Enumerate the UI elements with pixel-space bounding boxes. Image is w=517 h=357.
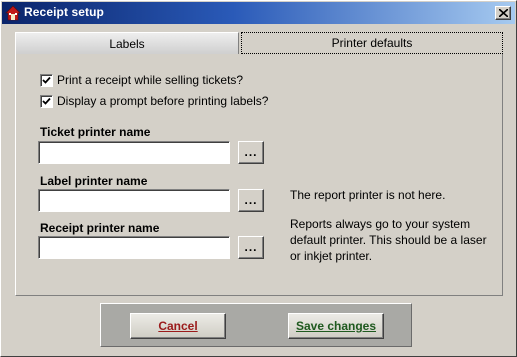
close-x-icon bbox=[499, 9, 508, 17]
checkmark-icon bbox=[42, 76, 51, 84]
ticket-printer-browse-button[interactable]: ... bbox=[238, 141, 264, 164]
label-printer-browse-button[interactable]: ... bbox=[238, 189, 264, 212]
print-receipt-checkbox[interactable] bbox=[40, 73, 53, 87]
display-prompt-checkbox[interactable] bbox=[40, 94, 53, 108]
display-prompt-label: Display a prompt before printing labels? bbox=[57, 94, 269, 108]
printer-defaults-panel: Print a receipt while selling tickets? D… bbox=[15, 54, 503, 296]
label-printer-label: Label printer name bbox=[40, 174, 148, 188]
option-print-receipt[interactable]: Print a receipt while selling tickets? bbox=[40, 73, 243, 87]
tab-labels[interactable]: Labels bbox=[15, 32, 239, 54]
tab-strip: Labels Printer defaults bbox=[15, 32, 503, 54]
save-changes-button[interactable]: Save changes bbox=[288, 313, 384, 339]
report-printer-note: The report printer is not here. bbox=[290, 188, 446, 202]
tab-printer-defaults[interactable]: Printer defaults bbox=[241, 32, 503, 54]
label-printer-input[interactable] bbox=[38, 189, 230, 212]
report-printer-explanation: Reports always go to your system default… bbox=[290, 217, 487, 263]
app-house-icon bbox=[5, 5, 21, 21]
ticket-printer-input[interactable] bbox=[38, 141, 230, 164]
option-display-prompt[interactable]: Display a prompt before printing labels? bbox=[40, 94, 268, 108]
receipt-printer-label: Receipt printer name bbox=[40, 221, 160, 235]
receipt-printer-input[interactable] bbox=[38, 236, 230, 259]
checkmark-icon bbox=[42, 97, 51, 105]
cancel-button[interactable]: Cancel bbox=[130, 313, 226, 339]
receipt-setup-window: Receipt setup Labels Printer defaults Pr… bbox=[0, 0, 517, 357]
title-bar[interactable]: Receipt setup bbox=[2, 2, 515, 24]
window-title: Receipt setup bbox=[24, 5, 104, 19]
close-button[interactable] bbox=[495, 6, 511, 20]
print-receipt-label: Print a receipt while selling tickets? bbox=[57, 73, 244, 87]
receipt-printer-browse-button[interactable]: ... bbox=[238, 236, 264, 259]
button-bar: Cancel Save changes bbox=[100, 303, 412, 347]
ticket-printer-label: Ticket printer name bbox=[40, 125, 151, 139]
